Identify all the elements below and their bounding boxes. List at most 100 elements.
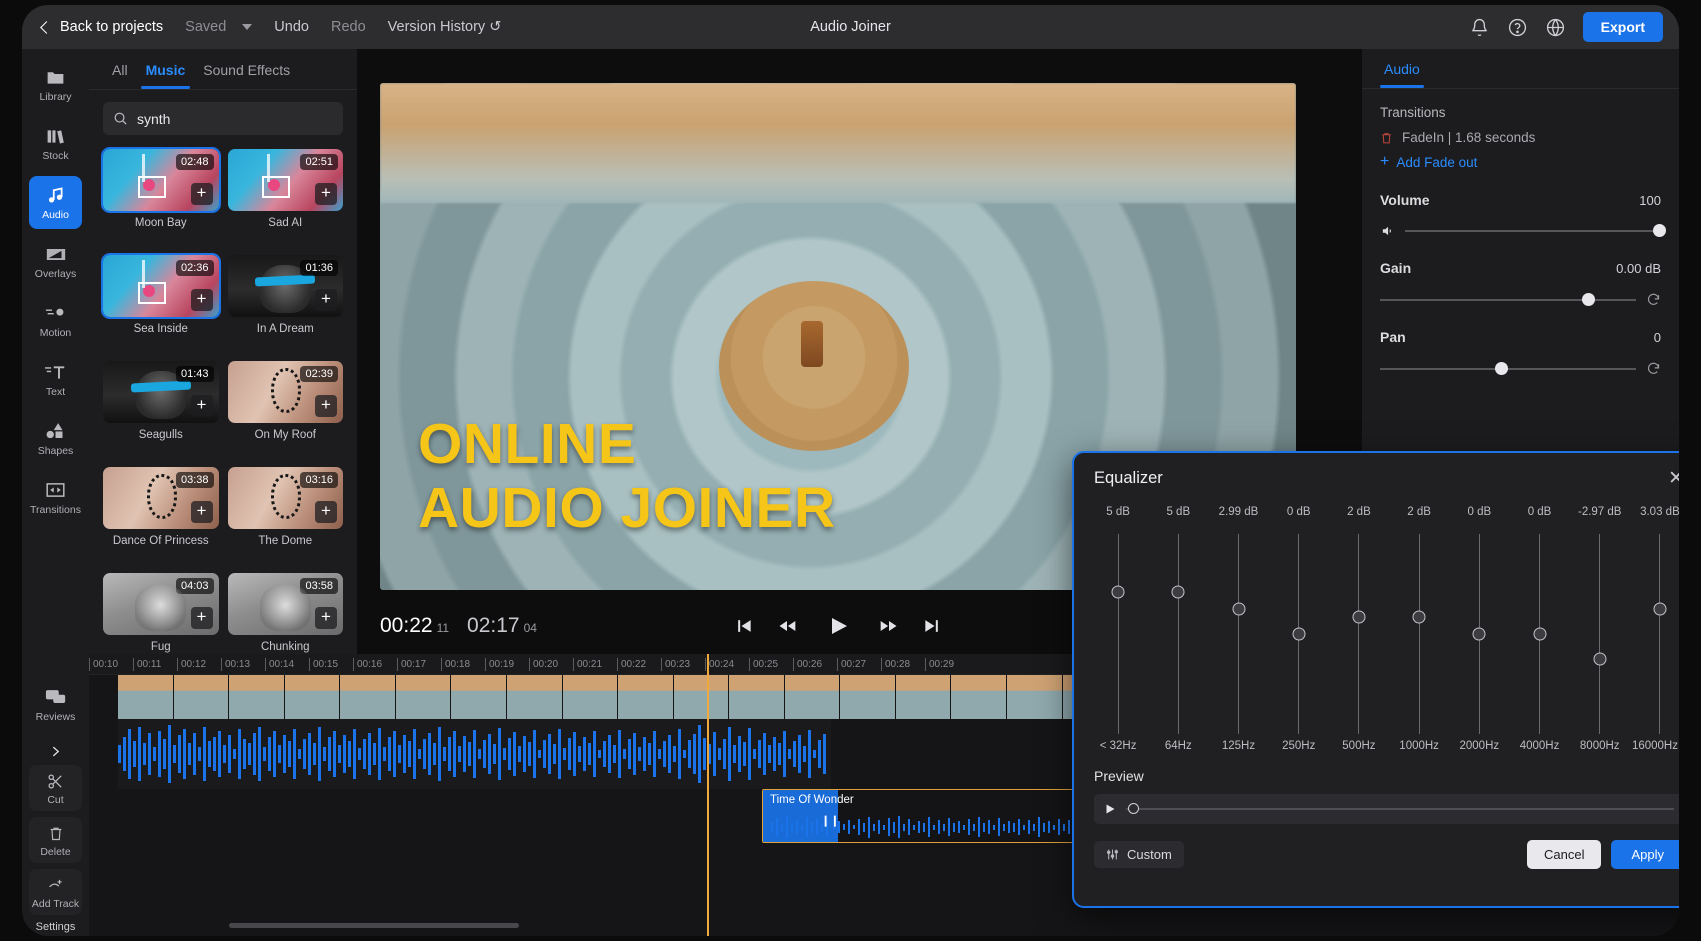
apply-button[interactable]: Apply (1611, 840, 1679, 869)
volume-track[interactable] (1405, 230, 1661, 232)
playhead[interactable] (707, 654, 709, 936)
eq-band-track[interactable] (1298, 534, 1299, 734)
add-icon[interactable]: + (315, 607, 337, 629)
undo-button[interactable]: Undo (274, 19, 309, 35)
eq-band[interactable]: 2 dB 1000Hz (1389, 506, 1449, 756)
gain-track[interactable] (1380, 299, 1636, 301)
gain-slider[interactable] (1380, 292, 1661, 307)
eq-band-knob[interactable] (1653, 602, 1666, 615)
search-input[interactable] (137, 111, 333, 127)
eq-band-track[interactable] (1118, 534, 1119, 734)
add-icon[interactable]: + (191, 183, 213, 205)
eq-band-knob[interactable] (1292, 628, 1305, 641)
eq-band[interactable]: 2 dB 500Hz (1329, 506, 1389, 756)
add-icon[interactable]: + (191, 607, 213, 629)
add-icon[interactable]: + (191, 289, 213, 311)
play-icon[interactable] (820, 608, 856, 644)
eq-band-track[interactable] (1599, 534, 1600, 734)
sidebar-item-stock[interactable]: Stock (29, 117, 82, 170)
audio-waveform-track[interactable] (118, 719, 831, 789)
version-history-button[interactable]: Version History ↺ (388, 19, 502, 35)
skip-start-icon[interactable] (734, 616, 754, 636)
trash-icon[interactable] (1380, 131, 1393, 145)
fast-forward-icon[interactable] (878, 616, 900, 636)
eq-band-track[interactable] (1479, 534, 1480, 734)
skip-end-icon[interactable] (922, 616, 942, 636)
eq-band-track[interactable] (1238, 534, 1239, 734)
preview-player[interactable] (1094, 794, 1679, 824)
eq-band[interactable]: 0 dB 2000Hz (1449, 506, 1509, 756)
gain-knob[interactable] (1582, 293, 1595, 306)
pan-reset-icon[interactable] (1646, 361, 1661, 376)
fade-in-row[interactable]: FadeIn | 1.68 seconds (1380, 130, 1661, 145)
preview-progress-knob[interactable] (1128, 803, 1139, 814)
help-icon[interactable] (1507, 17, 1528, 38)
pause-icon[interactable]: ❙❙ (821, 814, 839, 827)
eq-band-knob[interactable] (1112, 586, 1125, 599)
export-button[interactable]: Export (1583, 12, 1663, 42)
bell-icon[interactable] (1469, 17, 1490, 38)
tab-audio[interactable]: Audio (1380, 57, 1424, 88)
music-card-sad-ai[interactable]: 02:51 + Sad AI (228, 149, 344, 246)
eq-band-knob[interactable] (1533, 628, 1546, 641)
music-card-moon-bay[interactable]: 02:48 + Moon Bay (103, 149, 219, 246)
gain-reset-icon[interactable] (1646, 292, 1661, 307)
music-card-in-a-dream[interactable]: 01:36 + In A Dream (228, 255, 344, 352)
music-card-on-my-roof[interactable]: 02:39 + On My Roof (228, 361, 344, 458)
back-to-projects-button[interactable]: Back to projects (42, 19, 163, 35)
eq-band[interactable]: 2.99 dB 125Hz (1208, 506, 1268, 756)
sidebar-item-overlays[interactable]: Overlays (29, 235, 82, 288)
eq-band-knob[interactable] (1413, 611, 1426, 624)
sidebar-item-reviews[interactable]: Reviews (29, 678, 82, 731)
add-icon[interactable]: + (315, 289, 337, 311)
eq-band-track[interactable] (1419, 534, 1420, 734)
pan-knob[interactable] (1495, 362, 1508, 375)
cancel-button[interactable]: Cancel (1527, 840, 1601, 869)
sidebar-item-transitions[interactable]: Transitions (29, 471, 82, 524)
chevron-down-icon[interactable] (242, 24, 252, 30)
eq-band[interactable]: 5 dB 64Hz (1148, 506, 1208, 756)
eq-band[interactable]: 0 dB 4000Hz (1509, 506, 1569, 756)
globe-icon[interactable] (1545, 17, 1566, 38)
eq-band[interactable]: -2.97 dB 8000Hz (1570, 506, 1630, 756)
eq-band[interactable]: 0 dB 250Hz (1269, 506, 1329, 756)
eq-band-knob[interactable] (1232, 603, 1245, 616)
sidebar-item-shapes[interactable]: Shapes (29, 412, 82, 465)
music-card-seagulls[interactable]: 01:43 + Seagulls (103, 361, 219, 458)
volume-knob[interactable] (1653, 224, 1666, 237)
eq-band-knob[interactable] (1593, 652, 1606, 665)
add-icon[interactable]: + (315, 501, 337, 523)
rewind-icon[interactable] (776, 616, 798, 636)
eq-band[interactable]: 3.03 dB 16000Hz > (1630, 506, 1679, 756)
tab-sound-effects[interactable]: Sound Effects (194, 57, 299, 89)
eq-band[interactable]: 5 dB < 32Hz (1088, 506, 1148, 756)
add-fade-out-button[interactable]: + Add Fade out (1380, 154, 1661, 170)
eq-band-track[interactable] (1178, 534, 1179, 734)
timeline-horizontal-scrollbar[interactable] (229, 923, 519, 928)
play-icon[interactable] (1104, 803, 1116, 815)
preview-progress-track[interactable] (1126, 808, 1674, 810)
search-box[interactable] (103, 102, 343, 135)
add-icon[interactable]: + (315, 395, 337, 417)
tab-music[interactable]: Music (137, 57, 195, 89)
add-icon[interactable]: + (191, 395, 213, 417)
eq-band-knob[interactable] (1473, 628, 1486, 641)
timeline-clip-time-of-wonder[interactable]: Time Of Wonder (762, 789, 1080, 843)
cut-tool-button[interactable]: Cut (29, 765, 82, 811)
music-card-sea-inside[interactable]: 02:36 + Sea Inside (103, 255, 219, 352)
video-track-thumbnails[interactable] (118, 675, 1118, 719)
add-track-button[interactable]: Add Track (29, 869, 82, 915)
eq-band-track[interactable] (1659, 534, 1660, 734)
close-icon[interactable]: ✕ (1668, 469, 1679, 488)
tab-all[interactable]: All (103, 57, 137, 89)
sidebar-item-audio[interactable]: Audio (29, 176, 82, 229)
redo-button[interactable]: Redo (331, 19, 366, 35)
preset-selector[interactable]: Custom (1094, 841, 1184, 868)
pan-slider[interactable] (1380, 361, 1661, 376)
sidebar-item-text[interactable]: Text (29, 353, 82, 406)
eq-band-track[interactable] (1539, 534, 1540, 734)
add-icon[interactable]: + (191, 501, 213, 523)
pan-track[interactable] (1380, 368, 1636, 370)
eq-band-knob[interactable] (1172, 586, 1185, 599)
sidebar-item-motion[interactable]: Motion (29, 294, 82, 347)
